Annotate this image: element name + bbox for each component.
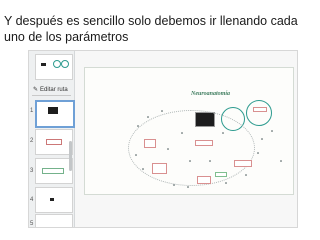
panel-divider — [32, 95, 71, 96]
label-box[interactable] — [253, 107, 267, 112]
dotted-path-ring — [128, 110, 255, 186]
path-dot — [137, 125, 139, 127]
path-dot — [225, 182, 227, 184]
overview-thumbnail[interactable] — [35, 54, 73, 80]
panel-scrollbar[interactable] — [69, 141, 72, 171]
path-dot — [261, 138, 263, 140]
label-box[interactable] — [144, 139, 156, 148]
path-dot — [135, 154, 137, 156]
thumb-dark-box — [48, 107, 58, 114]
label-box[interactable] — [152, 163, 167, 174]
path-dot — [209, 160, 211, 162]
path-dot — [161, 110, 163, 112]
slide-thumbnail-5[interactable] — [35, 214, 73, 227]
label-box[interactable] — [195, 140, 213, 146]
slide-number: 3 — [30, 168, 34, 174]
edit-path-button[interactable]: ✎ Editar ruta — [33, 86, 68, 94]
slide-number: 4 — [30, 197, 34, 203]
label-box[interactable] — [215, 172, 227, 177]
path-dot — [167, 148, 169, 150]
slide-thumbnail-panel: ✎ Editar ruta 1 2 3 4 5 — [29, 51, 75, 227]
slide-number: 1 — [30, 108, 34, 114]
path-dot — [181, 132, 183, 134]
path-dot — [189, 160, 191, 162]
path-dot — [142, 168, 144, 170]
label-box[interactable] — [234, 160, 252, 167]
thumb-label-box — [42, 168, 64, 174]
path-dot — [173, 184, 175, 186]
frame-circle[interactable] — [246, 100, 272, 126]
slide-thumbnail-4[interactable] — [35, 187, 73, 213]
path-dot — [257, 152, 259, 154]
pencil-icon: ✎ — [33, 87, 39, 93]
thumb-circle — [53, 60, 61, 68]
label-box[interactable] — [197, 176, 211, 184]
slide-thumbnail-2[interactable] — [35, 129, 73, 155]
prezi-editor-screenshot: ✎ Editar ruta 1 2 3 4 5 + − Neuroanatomí… — [28, 50, 298, 228]
path-dot — [222, 132, 224, 134]
thumb-dark-box — [50, 198, 54, 201]
presentation-canvas[interactable]: Neuroanatomía — [84, 67, 294, 195]
thumb-label-box — [46, 139, 62, 145]
path-dot — [147, 116, 149, 118]
path-dot — [271, 130, 273, 132]
path-dot — [280, 160, 282, 162]
edit-path-label: Editar ruta — [40, 86, 68, 93]
slide-caption: Y después es sencillo solo debemos ir ll… — [4, 14, 298, 44]
slide-thumbnail-3[interactable] — [35, 158, 73, 184]
slide-thumbnail-1[interactable] — [35, 100, 75, 128]
path-dot — [245, 174, 247, 176]
path-dot — [187, 186, 189, 188]
canvas-title[interactable]: Neuroanatomía — [191, 91, 230, 97]
slide-number: 2 — [30, 138, 34, 144]
thumb-dark-box — [41, 63, 46, 66]
thumb-circle — [61, 60, 69, 68]
slide-number: 5 — [30, 221, 34, 227]
